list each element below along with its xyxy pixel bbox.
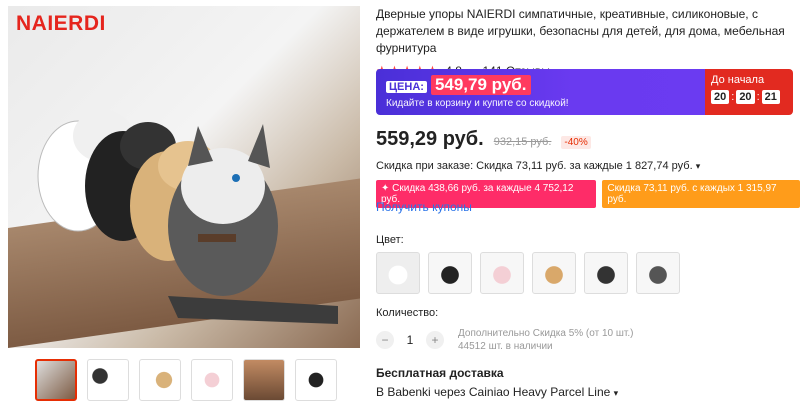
quantity-stepper: − 1 + Дополнительно Скидка 5% (от 10 шт.… <box>376 327 633 353</box>
order-discount[interactable]: Скидка при заказе: Скидка 73,11 руб. за … <box>376 160 700 172</box>
chevron-down-icon[interactable]: ▾ <box>696 161 701 171</box>
countdown-timer: 20: 20: 21 <box>711 90 787 104</box>
thumbnail-3[interactable] <box>139 359 181 401</box>
color-swatches <box>376 252 680 294</box>
thumbnail-1[interactable] <box>35 359 77 401</box>
plus-icon[interactable]: + <box>426 331 444 349</box>
main-product-image[interactable]: NAIERDI <box>8 6 360 348</box>
promo-banner[interactable]: ЦЕНА: 549,79 руб. Кидайте в корзину и ку… <box>376 69 793 115</box>
color-swatch-pink[interactable] <box>480 252 524 294</box>
promo-price: 549,79 руб. <box>430 75 531 95</box>
thumbnail-5[interactable] <box>243 359 285 401</box>
color-swatch-white[interactable] <box>376 252 420 294</box>
minus-icon[interactable]: − <box>376 331 394 349</box>
color-swatch-black-white[interactable] <box>584 252 628 294</box>
countdown-label: До начала <box>711 74 765 86</box>
thumbnail-4[interactable] <box>191 359 233 401</box>
get-coupons-link[interactable]: Получить купоны <box>376 200 472 214</box>
brand-logo: NAIERDI <box>16 12 106 35</box>
color-swatch-tan[interactable] <box>532 252 576 294</box>
shipping-method[interactable]: В Babenki через Cainiao Heavy Parcel Lin… <box>376 385 618 399</box>
color-swatch-gray[interactable] <box>636 252 680 294</box>
shipping-method-text: В Babenki через Cainiao Heavy Parcel Lin… <box>376 385 611 399</box>
current-price: 559,29 руб. <box>376 128 484 150</box>
bulk-discount-note: Дополнительно Скидка 5% (от 10 шт.) <box>458 328 634 339</box>
discount-tag-orange[interactable]: Скидка 73,11 руб. с каждых 1 315,97 руб. <box>602 180 800 208</box>
quantity-note: Дополнительно Скидка 5% (от 10 шт.) 4451… <box>458 327 633 353</box>
dogs-illustration <box>37 110 338 324</box>
timer-minutes: 20 <box>736 90 755 104</box>
color-swatch-black[interactable] <box>428 252 472 294</box>
chevron-down-icon[interactable]: ▾ <box>614 388 619 398</box>
shipping-title: Бесплатная доставка <box>376 366 504 380</box>
old-price: 932,15 руб. <box>493 136 552 148</box>
quantity-label: Количество: <box>376 307 439 319</box>
product-title: Дверные упоры NAIERDI симпатичные, креат… <box>376 7 785 55</box>
order-discount-text: Скидка при заказе: Скидка 73,11 руб. за … <box>376 160 693 172</box>
thumbnail-2[interactable] <box>87 359 129 401</box>
promo-price-panel: ЦЕНА: 549,79 руб. Кидайте в корзину и ку… <box>376 69 705 115</box>
promo-subtitle: Кидайте в корзину и купите со скидкой! <box>386 98 569 109</box>
stock-note: 44512 шт. в наличии <box>458 341 553 352</box>
thumbnail-strip <box>35 359 337 401</box>
thumbnail-6[interactable] <box>295 359 337 401</box>
timer-seconds: 21 <box>761 90 780 104</box>
countdown-panel: До начала 20: 20: 21 <box>705 69 793 115</box>
timer-hours: 20 <box>711 90 730 104</box>
discount-badge: -40% <box>561 136 591 149</box>
quantity-value[interactable]: 1 <box>404 333 416 347</box>
price-row: 559,29 руб. 932,15 руб. -40% <box>376 128 591 151</box>
color-label: Цвет: <box>376 234 404 246</box>
promo-price-label: ЦЕНА: <box>386 81 427 93</box>
